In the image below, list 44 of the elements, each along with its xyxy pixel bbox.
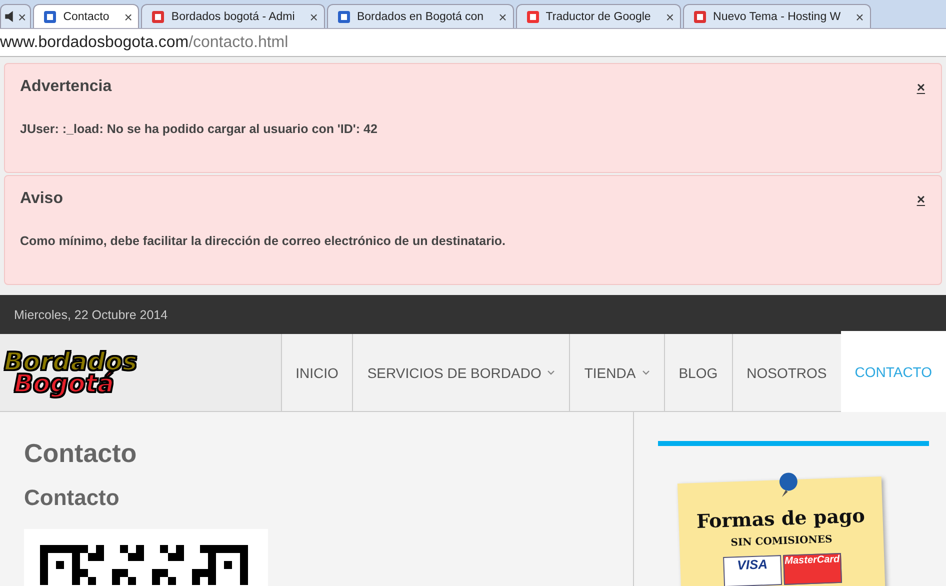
browser-tab[interactable]: × <box>0 4 32 28</box>
tab-title: Contacto <box>63 10 110 22</box>
tab-title: Nuevo Tema - Hosting W <box>713 10 841 22</box>
close-icon[interactable]: × <box>310 8 318 24</box>
note-title: Formas de pago <box>696 505 866 533</box>
tab-title: Bordados bogotá - Admi <box>171 10 295 22</box>
close-icon[interactable]: × <box>124 8 132 24</box>
alert-title: Advertencia <box>20 78 112 96</box>
browser-tab[interactable]: Bordados en Bogotá con × <box>326 4 514 28</box>
close-button[interactable]: × <box>916 191 925 207</box>
close-icon[interactable]: × <box>666 8 674 24</box>
favicon-icon <box>692 8 708 24</box>
favicon-icon <box>336 8 352 24</box>
speaker-icon <box>5 11 13 22</box>
address-bar[interactable]: www.bordadosbogota.com/contacto.html <box>0 29 946 57</box>
favicon-icon <box>150 8 166 24</box>
alert-message: Como mínimo, debe facilitar la dirección de correo electrónico de un destinatario. <box>20 234 507 248</box>
alert-message: JUser: :_load: No se ha podido cargar al usuario con 'ID': 42 <box>20 122 378 136</box>
date-text: Miercoles, 22 Octubre 2014 <box>14 308 168 322</box>
tab-title: Traductor de Google <box>546 10 651 22</box>
browser-tab[interactable]: Nuevo Tema - Hosting W × <box>683 4 871 28</box>
favicon-icon <box>42 8 58 24</box>
alert-title: Aviso <box>20 190 63 208</box>
card-logo: MasterCard <box>783 552 842 585</box>
caret-icon <box>642 370 650 376</box>
browser-tab[interactable]: Bordados bogotá - Admi × <box>141 4 325 28</box>
close-icon[interactable]: × <box>18 8 26 24</box>
nav-item[interactable]: BLOG <box>664 334 732 411</box>
nav-item[interactable]: TIENDA <box>569 334 664 411</box>
tab-title: Bordados en Bogotá con <box>356 10 484 22</box>
note-subtitle: SIN COMISIONES <box>730 534 832 549</box>
nav-item[interactable]: SERVICIOS DE BORDADO <box>352 334 570 411</box>
browser-tab[interactable]: Traductor de Google × <box>516 4 682 28</box>
caret-icon <box>547 370 556 376</box>
nav-item[interactable]: NOSOTROS <box>732 334 841 411</box>
card-logo: VISA <box>723 555 782 586</box>
page-heading: Contacto <box>24 438 138 469</box>
close-icon[interactable]: × <box>498 8 507 24</box>
favicon-icon <box>524 8 541 24</box>
page-subheading: Contacto <box>24 485 120 511</box>
nav-item[interactable]: INICIO <box>280 334 352 411</box>
close-button[interactable]: × <box>916 79 925 95</box>
close-icon[interactable]: × <box>856 8 864 24</box>
browser-tab[interactable]: Contacto × <box>33 4 140 28</box>
